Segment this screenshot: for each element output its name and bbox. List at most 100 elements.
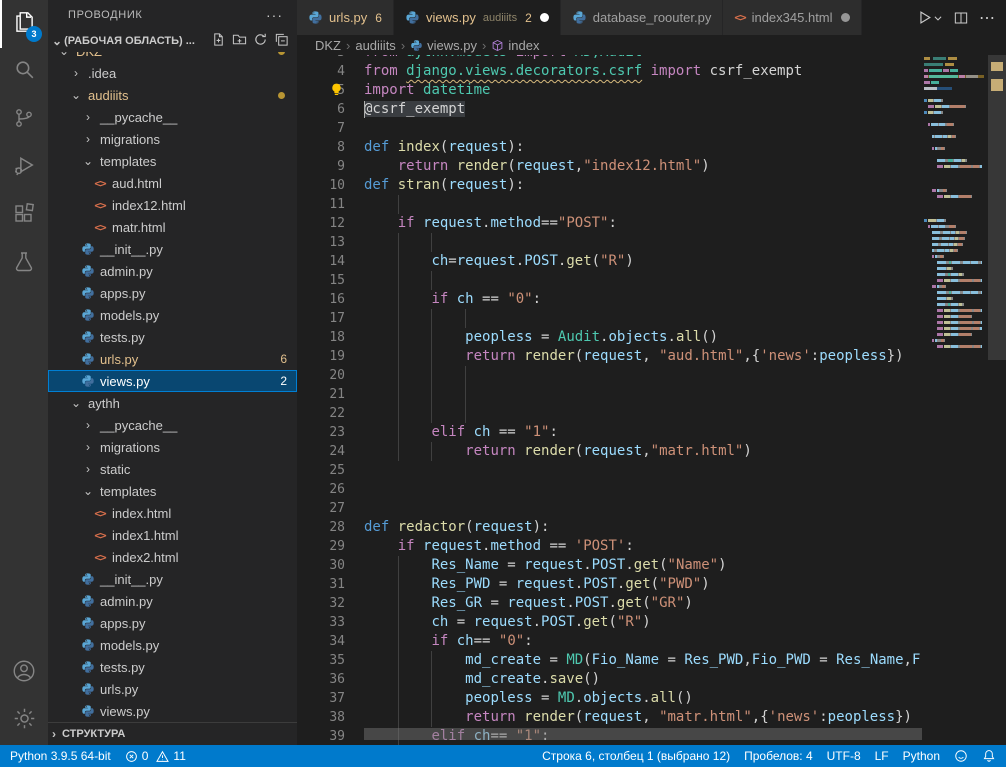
tree-item-tests-py[interactable]: tests.py: [48, 326, 297, 348]
collapse-all-icon[interactable]: [274, 32, 289, 50]
code-line-25[interactable]: 25: [297, 461, 922, 480]
activity-extensions[interactable]: [0, 192, 48, 240]
code-line-9[interactable]: 9 return render(request,"index12.html"): [297, 157, 922, 176]
code-line-18[interactable]: 18 peopless = Audit.objects.all(): [297, 328, 922, 347]
tree-item-models-py[interactable]: models.py: [48, 304, 297, 326]
notifications-bell-button[interactable]: [975, 745, 1006, 767]
breadcrumb-item-audiiits[interactable]: audiiits: [355, 38, 395, 53]
vertical-scrollbar-thumb[interactable]: [988, 55, 1006, 360]
code-line-28[interactable]: 28def redactor(request):: [297, 518, 922, 537]
tree-item-index12-html[interactable]: <>index12.html: [48, 194, 297, 216]
code-line-36[interactable]: 36 md_create.save(): [297, 670, 922, 689]
explorer-more-actions-icon[interactable]: ···: [266, 7, 283, 23]
code-line-4[interactable]: 4from django.views.decorators.csrf impor…: [297, 62, 922, 81]
breadcrumb-item-dkz[interactable]: DKZ: [315, 38, 341, 53]
code-line-38[interactable]: 38 return render(request, "matr.html",{'…: [297, 708, 922, 727]
refresh-icon[interactable]: [253, 32, 268, 50]
eol-status[interactable]: LF: [868, 745, 896, 767]
code-line-10[interactable]: 10def stran(request):: [297, 176, 922, 195]
code-line-33[interactable]: 33 ch = request.POST.get("R"): [297, 613, 922, 632]
tree-item-urls-py[interactable]: urls.py6: [48, 348, 297, 370]
new-file-icon[interactable]: [211, 32, 226, 50]
tree-item-views-py[interactable]: views.py2: [48, 370, 297, 392]
horizontal-scrollbar[interactable]: [364, 728, 922, 740]
code-line-37[interactable]: 37 peopless = MD.objects.all(): [297, 689, 922, 708]
problems-status[interactable]: 0 11: [118, 745, 193, 767]
new-folder-icon[interactable]: [232, 32, 247, 50]
code-line-34[interactable]: 34 if ch== "0":: [297, 632, 922, 651]
tree-item-aud-html[interactable]: <>aud.html: [48, 172, 297, 194]
tree-item-index1-html[interactable]: <>index1.html: [48, 524, 297, 546]
more-actions-icon[interactable]: ⋯: [979, 8, 996, 28]
tab-database-roouter-py[interactable]: database_roouter.py: [561, 0, 724, 35]
code-line-11[interactable]: 11: [297, 195, 922, 214]
tree-item-views-py[interactable]: views.py: [48, 700, 297, 722]
code-line-24[interactable]: 24 return render(request,"matr.html"): [297, 442, 922, 461]
code-line-15[interactable]: 15: [297, 271, 922, 290]
tree-item--init-py[interactable]: __init__.py: [48, 568, 297, 590]
code-line-17[interactable]: 17: [297, 309, 922, 328]
activity-search[interactable]: [0, 48, 48, 96]
code-line-21[interactable]: 21: [297, 385, 922, 404]
tree-item--pycache-[interactable]: ›__pycache__: [48, 414, 297, 436]
breadcrumb-item-views-py[interactable]: views.py: [410, 38, 477, 53]
dirty-dot-icon[interactable]: [540, 13, 549, 22]
code-line-12[interactable]: 12 if request.method=="POST":: [297, 214, 922, 233]
tree-item-static[interactable]: ›static: [48, 458, 297, 480]
tree-item-aythh[interactable]: ⌄aythh: [48, 392, 297, 414]
tree-item-templates[interactable]: ⌄templates: [48, 480, 297, 502]
tree-item-index-html[interactable]: <>index.html: [48, 502, 297, 524]
tree-item-tests-py[interactable]: tests.py: [48, 656, 297, 678]
encoding-status[interactable]: UTF-8: [820, 745, 868, 767]
code-line-13[interactable]: 13: [297, 233, 922, 252]
code-line-32[interactable]: 32 Res_GR = request.POST.get("GR"): [297, 594, 922, 613]
code-line-16[interactable]: 16 if ch == "0":: [297, 290, 922, 309]
code-line-7[interactable]: 7: [297, 119, 922, 138]
outline-section-header[interactable]: › СТРУКТУРА: [48, 722, 297, 744]
activity-testing[interactable]: [0, 240, 48, 288]
tree-item-admin-py[interactable]: admin.py: [48, 260, 297, 282]
tab-urls-py[interactable]: urls.py6: [297, 0, 394, 35]
tab-views-py[interactable]: views.pyaudiiits2: [394, 0, 561, 35]
minimap[interactable]: [922, 35, 988, 745]
breadcrumb-item-index[interactable]: index: [491, 38, 539, 53]
tree-item--init-py[interactable]: __init__.py: [48, 238, 297, 260]
lightbulb-icon[interactable]: [330, 83, 343, 102]
tree-item-migrations[interactable]: ›migrations: [48, 128, 297, 150]
run-python-file-button[interactable]: [916, 9, 943, 26]
feedback-button[interactable]: [947, 745, 975, 767]
python-interpreter-status[interactable]: Python 3.9.5 64-bit: [0, 745, 118, 767]
code-line-20[interactable]: 20: [297, 366, 922, 385]
tree-item-matr-html[interactable]: <>matr.html: [48, 216, 297, 238]
code-line-22[interactable]: 22: [297, 404, 922, 423]
settings-gear-button[interactable]: [0, 697, 48, 745]
account-button[interactable]: [0, 649, 48, 697]
code-line-14[interactable]: 14 ch=request.POST.get("R"): [297, 252, 922, 271]
code-line-5[interactable]: 5import datetime: [297, 81, 922, 100]
tree-item-audiiits[interactable]: ⌄audiiits: [48, 84, 297, 106]
tab-index345-html[interactable]: <>index345.html: [723, 0, 861, 35]
language-mode-status[interactable]: Python: [896, 745, 947, 767]
split-editor-button[interactable]: [953, 10, 969, 26]
code-line-30[interactable]: 30 Res_Name = request.POST.get("Name"): [297, 556, 922, 575]
activity-run-debug[interactable]: [0, 144, 48, 192]
activity-source-control[interactable]: [0, 96, 48, 144]
code-line-35[interactable]: 35 md_create = MD(Fio_Name = Res_PWD,Fio…: [297, 651, 922, 670]
code-line-27[interactable]: 27: [297, 499, 922, 518]
tree-item--idea[interactable]: ›.idea: [48, 62, 297, 84]
code-line-23[interactable]: 23 elif ch == "1":: [297, 423, 922, 442]
code-line-8[interactable]: 8def index(request):: [297, 138, 922, 157]
scrollbar-overview-ruler[interactable]: [988, 35, 1006, 745]
activity-explorer[interactable]: 3: [0, 0, 48, 48]
tree-item-apps-py[interactable]: apps.py: [48, 282, 297, 304]
tree-item-models-py[interactable]: models.py: [48, 634, 297, 656]
horizontal-scrollbar-thumb[interactable]: [364, 728, 922, 740]
tree-item-migrations[interactable]: ›migrations: [48, 436, 297, 458]
dirty-dot-icon[interactable]: [841, 13, 850, 22]
code-line-19[interactable]: 19 return render(request, "aud.html",{'n…: [297, 347, 922, 366]
tree-item-admin-py[interactable]: admin.py: [48, 590, 297, 612]
cursor-position-status[interactable]: Строка 6, столбец 1 (выбрано 12): [535, 745, 737, 767]
code-line-31[interactable]: 31 Res_PWD = request.POST.get("PWD"): [297, 575, 922, 594]
code-editor[interactable]: 3from aythh.models import MD,Audit4from …: [297, 43, 922, 745]
tree-item-templates[interactable]: ⌄templates: [48, 150, 297, 172]
